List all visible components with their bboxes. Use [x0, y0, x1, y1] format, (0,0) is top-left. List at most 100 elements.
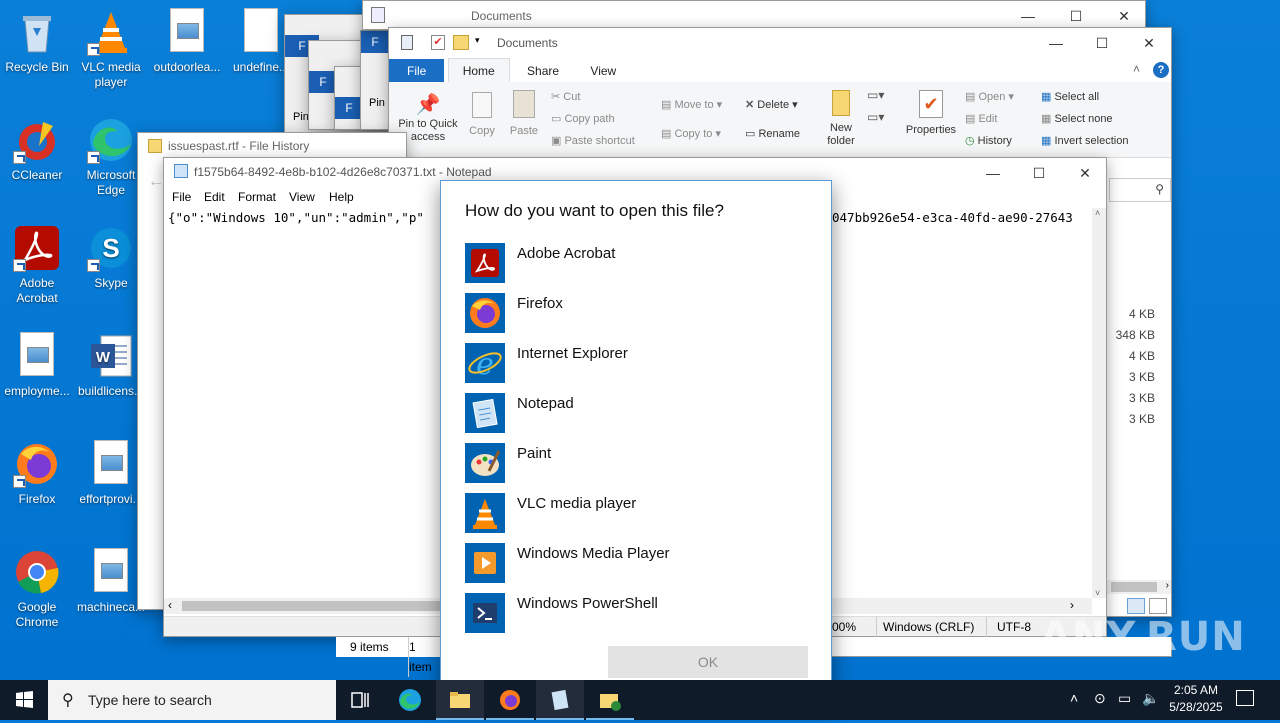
search-placeholder: Type here to search	[88, 692, 212, 708]
svg-text:W: W	[96, 349, 111, 366]
new-item-icon[interactable]: ▭▾	[867, 88, 884, 102]
stacked-file-tab: F	[361, 31, 389, 53]
new-folder-button[interactable]: New folder	[821, 90, 861, 148]
properties-qat-icon[interactable]	[401, 35, 413, 50]
history-icon: ◷	[965, 135, 978, 147]
desktop-icon-outdoorlea[interactable]: outdoorlea...	[150, 8, 224, 75]
select-none-button[interactable]: ▦ Select none	[1041, 112, 1113, 125]
history-button[interactable]: ◷ History	[965, 134, 1012, 147]
desktop-icon-label: Microsoft Edge	[86, 168, 136, 197]
paste-shortcut-button[interactable]: ▣ Paste shortcut	[551, 134, 635, 147]
encoding: UTF-8	[986, 617, 1031, 637]
explorer-window-back[interactable]: Documents — ☐ ✕	[362, 0, 1146, 30]
scroll-right-icon[interactable]: ›	[1166, 580, 1169, 591]
network-icon[interactable]: ▭	[1118, 690, 1131, 707]
option-paint[interactable]: Paint	[465, 443, 805, 487]
invert-selection-label: Invert selection	[1054, 135, 1129, 147]
option-windows-media-player[interactable]: Windows Media Player	[465, 543, 805, 587]
menu-edit[interactable]: Edit	[204, 186, 225, 208]
menu-view[interactable]: View	[289, 186, 315, 208]
taskbar: ⚲ Type here to search ˄ ⊙ ▭ 🔈 2:05 AM 5/…	[0, 680, 1280, 720]
desktop-icon-recycle-bin[interactable]: Recycle Bin	[0, 8, 74, 75]
vertical-scrollbar[interactable]: ˄ ˅	[1092, 208, 1106, 598]
start-button[interactable]	[0, 680, 48, 720]
qat-dropdown-icon[interactable]: ▾	[475, 35, 480, 46]
paste-button[interactable]: Paste	[505, 90, 543, 138]
task-view-button[interactable]	[336, 680, 384, 720]
notifications-icon[interactable]	[1236, 690, 1254, 706]
scroll-down-icon[interactable]: ˅	[1095, 588, 1100, 598]
option-notepad[interactable]: Notepad	[465, 393, 805, 437]
desktop-icon-firefox[interactable]: Firefox	[0, 440, 74, 507]
invert-selection-button[interactable]: ▦ Invert selection	[1041, 134, 1128, 147]
move-to-button[interactable]: ▤ Move to ▾	[661, 98, 722, 111]
option-adobe-acrobat[interactable]: Adobe Acrobat	[465, 243, 805, 287]
help-icon[interactable]: ?	[1153, 62, 1169, 78]
maximize-button[interactable]: ☐	[1016, 158, 1062, 188]
option-internet-explorer[interactable]: e Internet Explorer	[465, 343, 805, 387]
search-box[interactable]: ⚲ Type here to search	[48, 680, 336, 720]
search-box[interactable]: ⚲	[1109, 178, 1171, 202]
tab-share[interactable]: Share	[513, 59, 573, 83]
minimize-button[interactable]: —	[970, 158, 1016, 188]
menu-format[interactable]: Format	[238, 186, 276, 208]
close-button[interactable]: ✕	[1062, 158, 1108, 188]
text-content-right: 047bb926e54-e3ca-40fd-ae90-27643	[832, 210, 1073, 225]
stacked-file-tab: F	[309, 71, 337, 93]
delete-button[interactable]: ✕ Delete ▾	[745, 98, 798, 111]
minimize-button[interactable]: —	[1033, 28, 1079, 58]
tiles-view-icon[interactable]	[1149, 598, 1167, 614]
edit-button[interactable]: ▤ Edit	[965, 112, 997, 125]
desktop-icon-employment[interactable]: employme...	[0, 332, 74, 399]
details-view-icon[interactable]	[1127, 598, 1145, 614]
check-qat-icon[interactable]: ✔	[431, 35, 445, 50]
window-title: Documents	[497, 36, 558, 50]
paste-shortcut-icon: ▣	[551, 135, 565, 147]
rename-button[interactable]: ▭ Rename	[745, 127, 800, 140]
taskbar-firefox[interactable]	[486, 680, 534, 720]
desktop-icon-label: outdoorlea...	[153, 60, 221, 74]
ribbon-collapse-icon[interactable]: ˄	[1133, 62, 1140, 76]
copy-path-button[interactable]: ▭ Copy path	[551, 112, 615, 125]
taskbar-edge[interactable]	[386, 680, 434, 720]
maximize-button[interactable]: ☐	[1079, 28, 1125, 58]
open-button[interactable]: ▤ Open ▾	[965, 90, 1014, 103]
ok-button[interactable]: OK	[608, 646, 808, 678]
tab-view[interactable]: View	[576, 59, 630, 83]
select-none-label: Select none	[1054, 113, 1113, 125]
copy-button[interactable]: Copy	[465, 92, 499, 138]
desktop-icon-vlc[interactable]: VLC media player	[74, 8, 148, 90]
menu-file[interactable]: File	[172, 186, 191, 208]
acrobat-icon	[13, 224, 61, 272]
close-button[interactable]: ✕	[1126, 28, 1172, 58]
desktop-icon-adobe-acrobat[interactable]: Adobe Acrobat	[0, 224, 74, 306]
select-all-button[interactable]: ▦ Select all	[1041, 90, 1099, 103]
scroll-left-icon[interactable]: ‹	[168, 598, 172, 612]
notepad-icon	[465, 393, 505, 433]
desktop-icon-google-chrome[interactable]: Google Chrome	[0, 548, 74, 630]
cut-button[interactable]: ✂ Cut	[551, 90, 580, 103]
clock[interactable]: 2:05 AM 5/28/2025	[1164, 682, 1228, 716]
back-arrow-icon[interactable]: ←	[148, 173, 164, 191]
option-vlc[interactable]: VLC media player	[465, 493, 805, 537]
horizontal-scrollbar[interactable]: ›	[1105, 580, 1171, 594]
menu-help[interactable]: Help	[329, 186, 354, 208]
option-windows-powershell[interactable]: Windows PowerShell	[465, 593, 805, 637]
open-with-dialog[interactable]: How do you want to open this file? Adobe…	[440, 180, 832, 702]
scroll-up-icon[interactable]: ˄	[1095, 208, 1100, 218]
tab-file[interactable]: File	[389, 59, 445, 83]
folder-qat-icon[interactable]	[453, 35, 469, 50]
taskbar-file-history[interactable]	[586, 680, 634, 720]
scroll-right-icon[interactable]: ›	[1070, 598, 1074, 612]
option-firefox[interactable]: Firefox	[465, 293, 805, 337]
copy-to-button[interactable]: ▤ Copy to ▾	[661, 127, 721, 140]
easy-access-icon[interactable]: ▭▾	[867, 110, 884, 124]
tab-home[interactable]: Home	[447, 58, 510, 82]
properties-button[interactable]: ✔ Properties	[903, 90, 959, 137]
volume-icon[interactable]: 🔈	[1142, 690, 1159, 707]
show-hidden-icons[interactable]: ˄	[1070, 690, 1078, 706]
network-status-icon[interactable]: ⊙	[1094, 690, 1106, 707]
taskbar-explorer[interactable]	[436, 680, 484, 720]
desktop-icon-ccleaner[interactable]: CCleaner	[0, 116, 74, 183]
taskbar-notepad[interactable]	[536, 680, 584, 720]
